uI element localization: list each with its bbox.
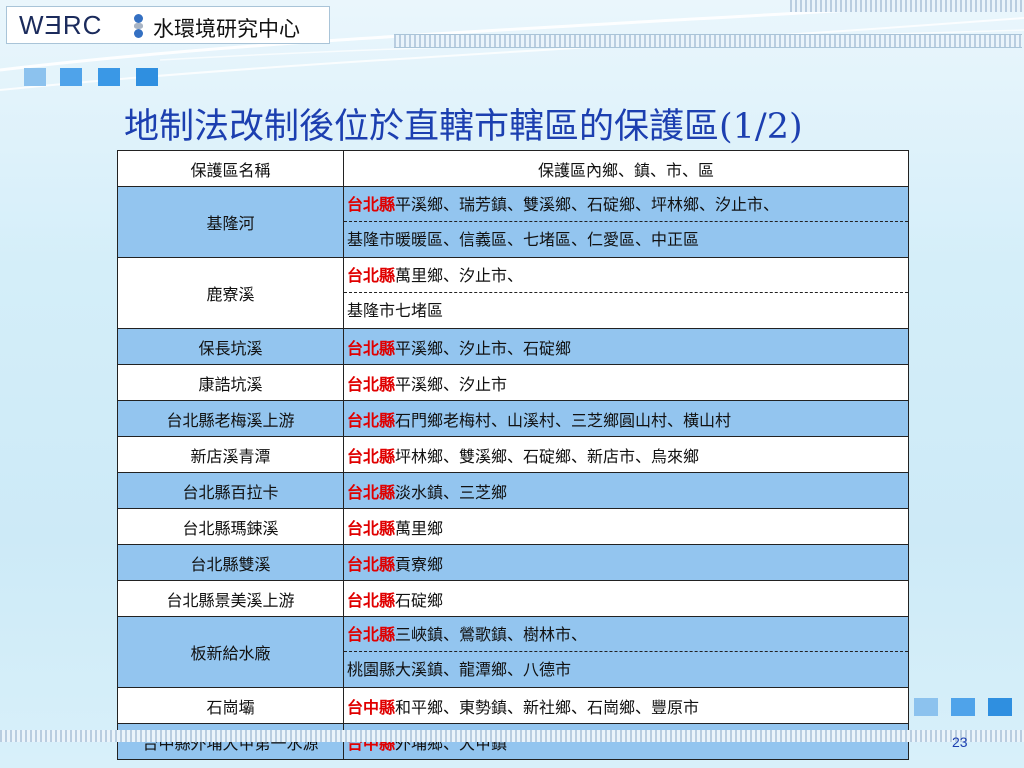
table-header-row: 保護區名稱 保護區內鄉、鎮、市、區 <box>117 150 909 187</box>
table-row: 康誥坑溪 台北縣平溪鄉、汐止市 <box>117 364 909 401</box>
district-text: 貢寮鄉 <box>395 554 444 574</box>
footer-stripe <box>0 730 1024 742</box>
district-text: 和平鄉、東勢鎮、新社鄉、石崗鄉、豐原市 <box>395 697 700 717</box>
deco-square <box>988 698 1012 716</box>
district-list-cell: 台北縣平溪鄉、汐止市、石碇鄉 <box>343 328 909 365</box>
district-list-cell: 台北縣三峽鎮、鶯歌鎮、樹林市、桃園縣大溪鎮、龍潭鄉、八德市 <box>343 616 909 688</box>
district-list-cell: 台北縣平溪鄉、瑞芳鎮、雙溪鄉、石碇鄉、坪林鄉、汐止市、基隆市暖暖區、信義區、七堵… <box>343 186 909 258</box>
district-text: 石門鄉老梅村、山溪村、三芝鄉圓山村、橫山村 <box>395 410 732 430</box>
deco-square <box>951 698 975 716</box>
deco-square <box>914 698 938 716</box>
district-text: 基隆市七堵區 <box>347 301 444 320</box>
district-line: 桃園縣大溪鎮、龍潭鄉、八德市 <box>344 652 908 687</box>
protected-area-name: 台北縣瑪鋉溪 <box>117 508 344 545</box>
header-stripe-top <box>790 0 1024 12</box>
district-text: 石碇鄉 <box>395 590 444 610</box>
district-text: 平溪鄉、汐止市 <box>395 374 508 394</box>
org-name: 水環境研究中心 <box>153 17 300 41</box>
table-row: 台北縣雙溪 台北縣貢寮鄉 <box>117 544 909 581</box>
deco-square <box>24 68 46 86</box>
district-text: 桃園縣大溪鎮、龍潭鄉、八德市 <box>347 660 572 679</box>
district-text: 三峽鎮、鶯歌鎮、樹林市、 <box>395 625 588 644</box>
protected-area-name: 基隆河 <box>117 186 344 258</box>
district-line: 基隆市暖暖區、信義區、七堵區、仁愛區、中正區 <box>344 222 908 257</box>
district-list-cell: 台中縣和平鄉、東勢鎮、新社鄉、石崗鄉、豐原市 <box>343 687 909 724</box>
district-list-cell: 台北縣萬里鄉、汐止市、基隆市七堵區 <box>343 257 909 329</box>
county-label: 台北縣 <box>347 338 396 358</box>
county-label: 台北縣 <box>347 266 396 285</box>
header-stripe <box>394 34 1022 48</box>
district-line: 台北縣三峽鎮、鶯歌鎮、樹林市、 <box>344 617 908 652</box>
county-label: 台北縣 <box>347 590 396 610</box>
protected-areas-table: 保護區名稱 保護區內鄉、鎮、市、區 基隆河 台北縣平溪鄉、瑞芳鎮、雙溪鄉、石碇鄉、… <box>117 150 909 760</box>
district-text: 基隆市暖暖區、信義區、七堵區、仁愛區、中正區 <box>347 230 700 249</box>
protected-area-name: 台北縣景美溪上游 <box>117 580 344 617</box>
slide-title: 地制法改制後位於直轄市轄區的保護區(1/2) <box>124 107 803 147</box>
district-list-cell: 台北縣石門鄉老梅村、山溪村、三芝鄉圓山村、橫山村 <box>343 400 909 437</box>
table-row: 保長坑溪 台北縣平溪鄉、汐止市、石碇鄉 <box>117 328 909 365</box>
district-text: 萬里鄉 <box>395 518 444 538</box>
district-text: 坪林鄉、雙溪鄉、石碇鄉、新店市、烏來鄉 <box>395 446 700 466</box>
column-header: 保護區名稱 <box>117 150 344 187</box>
protected-area-name: 康誥坑溪 <box>117 364 344 401</box>
county-label: 台北縣 <box>347 482 396 502</box>
logo-banner: WƎRC 水環境研究中心 <box>6 6 330 44</box>
district-list-cell: 台北縣坪林鄉、雙溪鄉、石碇鄉、新店市、烏來鄉 <box>343 436 909 473</box>
protected-area-name: 台北縣老梅溪上游 <box>117 400 344 437</box>
district-list-cell: 台北縣平溪鄉、汐止市 <box>343 364 909 401</box>
protected-area-name: 台北縣百拉卡 <box>117 472 344 509</box>
county-label: 台北縣 <box>347 518 396 538</box>
werc-logo: WƎRC <box>19 10 103 40</box>
table-row: 板新給水廠 台北縣三峽鎮、鶯歌鎮、樹林市、桃園縣大溪鎮、龍潭鄉、八德市 <box>117 616 909 688</box>
district-line: 台北縣萬里鄉、汐止市、 <box>344 258 908 293</box>
county-label: 台中縣 <box>347 697 396 717</box>
district-line: 台北縣平溪鄉、瑞芳鎮、雙溪鄉、石碇鄉、坪林鄉、汐止市、 <box>344 187 908 222</box>
table-row: 台北縣景美溪上游 台北縣石碇鄉 <box>117 580 909 617</box>
county-label: 台北縣 <box>347 446 396 466</box>
district-list-cell: 台北縣石碇鄉 <box>343 580 909 617</box>
protected-area-name: 鹿寮溪 <box>117 257 344 329</box>
protected-area-name: 石崗壩 <box>117 687 344 724</box>
deco-square <box>98 68 120 86</box>
table-row: 台北縣百拉卡 台北縣淡水鎮、三芝鄉 <box>117 472 909 509</box>
county-label: 台北縣 <box>347 195 396 214</box>
table-row: 鹿寮溪 台北縣萬里鄉、汐止市、基隆市七堵區 <box>117 257 909 329</box>
district-text: 萬里鄉、汐止市、 <box>395 266 524 285</box>
district-list-cell: 台北縣萬里鄉 <box>343 508 909 545</box>
protected-area-name: 台北縣雙溪 <box>117 544 344 581</box>
table-row: 基隆河 台北縣平溪鄉、瑞芳鎮、雙溪鄉、石碇鄉、坪林鄉、汐止市、基隆市暖暖區、信義區… <box>117 186 909 258</box>
district-line: 基隆市七堵區 <box>344 293 908 328</box>
county-label: 台北縣 <box>347 554 396 574</box>
table-row: 石崗壩 台中縣和平鄉、東勢鎮、新社鄉、石崗鄉、豐原市 <box>117 687 909 724</box>
county-label: 台北縣 <box>347 625 396 644</box>
district-text: 平溪鄉、瑞芳鎮、雙溪鄉、石碇鄉、坪林鄉、汐止市、 <box>395 195 780 214</box>
table-row: 台北縣老梅溪上游 台北縣石門鄉老梅村、山溪村、三芝鄉圓山村、橫山村 <box>117 400 909 437</box>
deco-square <box>60 68 82 86</box>
logo-dots-icon <box>134 14 144 40</box>
column-header: 保護區內鄉、鎮、市、區 <box>343 150 909 187</box>
page-number: 23 <box>952 734 968 750</box>
county-label: 台北縣 <box>347 374 396 394</box>
protected-area-name: 新店溪青潭 <box>117 436 344 473</box>
county-label: 台北縣 <box>347 410 396 430</box>
district-text: 平溪鄉、汐止市、石碇鄉 <box>395 338 572 358</box>
protected-area-name: 保長坑溪 <box>117 328 344 365</box>
deco-square <box>136 68 158 86</box>
district-list-cell: 台北縣淡水鎮、三芝鄉 <box>343 472 909 509</box>
table-row: 新店溪青潭 台北縣坪林鄉、雙溪鄉、石碇鄉、新店市、烏來鄉 <box>117 436 909 473</box>
protected-area-name: 板新給水廠 <box>117 616 344 688</box>
table-row: 台北縣瑪鋉溪 台北縣萬里鄉 <box>117 508 909 545</box>
district-text: 淡水鎮、三芝鄉 <box>395 482 508 502</box>
district-list-cell: 台北縣貢寮鄉 <box>343 544 909 581</box>
